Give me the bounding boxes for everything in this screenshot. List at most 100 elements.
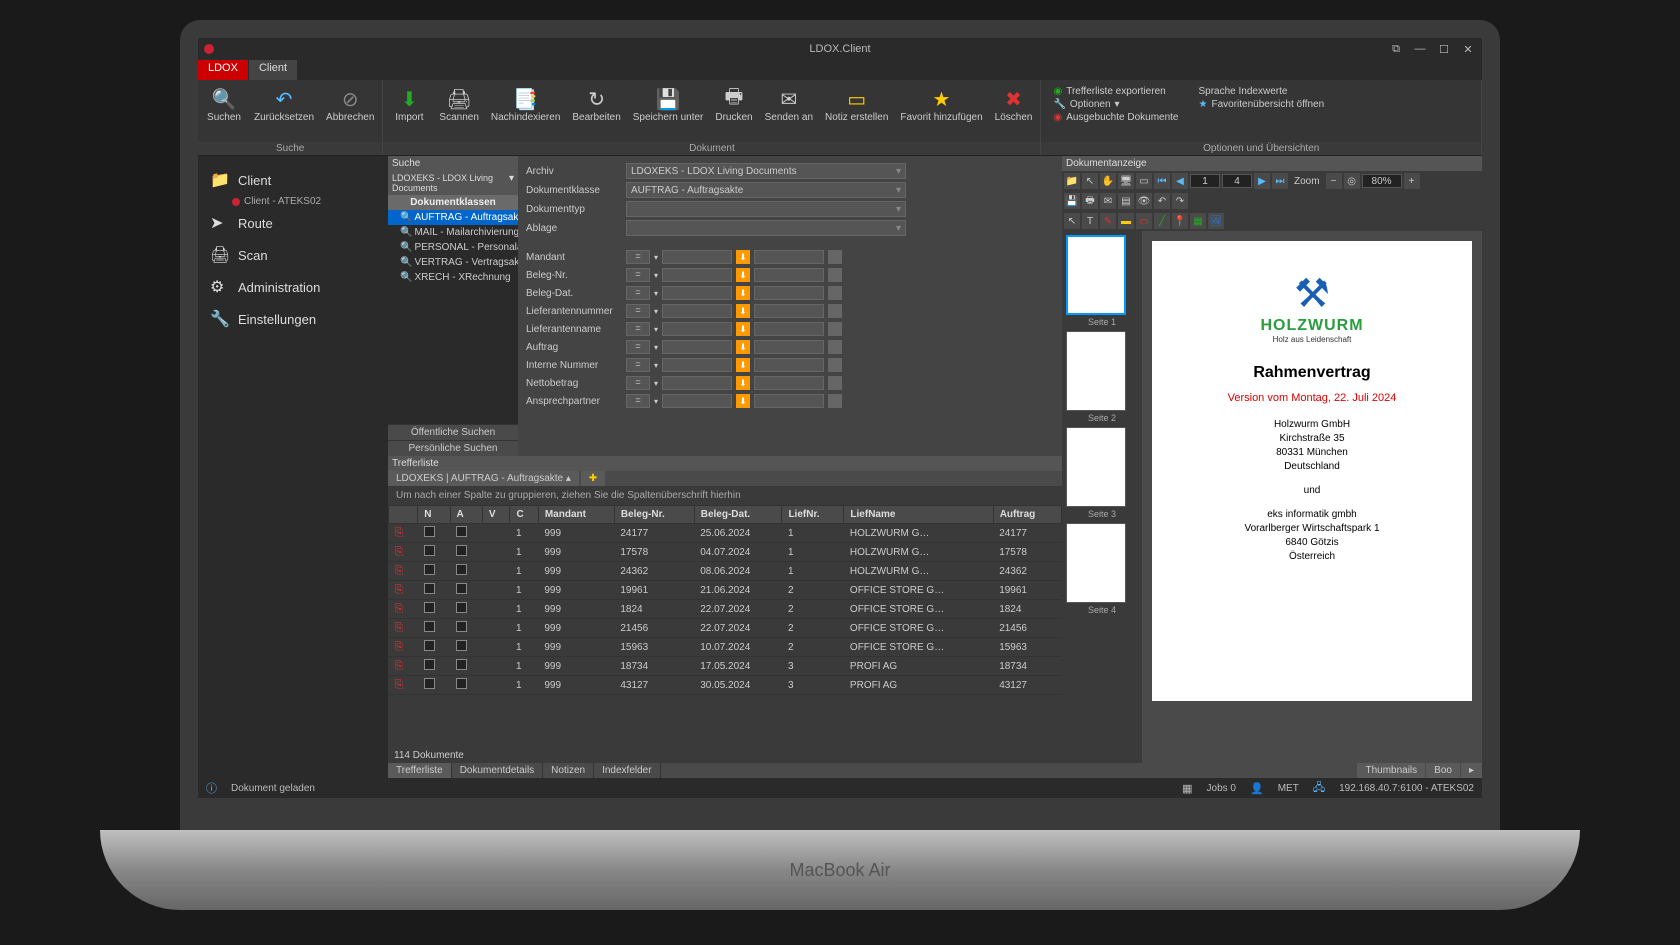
tree-item-personal[interactable]: 🔍PERSONAL - Personalakte <box>388 240 518 255</box>
filter-value2[interactable] <box>754 250 824 264</box>
checkbox[interactable] <box>456 602 467 613</box>
table-row[interactable]: ⎘19991596310.07.20242OFFICE STORE G…1596… <box>389 638 1062 657</box>
tool-pointer[interactable]: ↖ <box>1082 173 1098 189</box>
anno-pin[interactable]: 📍 <box>1172 213 1188 229</box>
table-row[interactable]: ⎘19994312730.05.20243PROFI AG43127 <box>389 676 1062 695</box>
tool-monitor[interactable]: 🖥 <box>1118 173 1134 189</box>
filter-apply-icon[interactable]: ⬇ <box>736 268 750 282</box>
filter-value[interactable] <box>662 394 732 408</box>
tool-rotate-r[interactable]: ↷ <box>1172 193 1188 209</box>
col-beleg[interactable]: Beleg-Nr. <box>614 506 694 524</box>
zoom-fit[interactable]: ◎ <box>1344 173 1360 189</box>
filter-op[interactable]: = <box>626 394 650 408</box>
checkbox[interactable] <box>424 602 435 613</box>
checkbox[interactable] <box>424 526 435 537</box>
filter-more-icon[interactable] <box>828 394 842 408</box>
tree-item-auftrag[interactable]: 🔍AUFTRAG - Auftragsakte <box>388 210 518 225</box>
tool-rect[interactable]: ▭ <box>1136 173 1152 189</box>
tree-item-vertrag[interactable]: 🔍VERTRAG - Vertragsakte <box>388 255 518 270</box>
filter-more-icon[interactable] <box>828 268 842 282</box>
table-row[interactable]: ⎘19992145622.07.20242OFFICE STORE G…2145… <box>389 619 1062 638</box>
tool-print2[interactable]: 🖶 <box>1082 193 1098 209</box>
btn-send[interactable]: ✉Senden an <box>759 82 819 140</box>
tool-folder[interactable]: 📁 <box>1064 173 1080 189</box>
close-icon[interactable]: ✕ <box>1460 42 1476 56</box>
btn-import[interactable]: ⬇Import <box>385 82 433 140</box>
restore-icon[interactable]: ⧉ <box>1388 42 1404 56</box>
anno-image[interactable]: 🖼 <box>1208 213 1224 229</box>
filter-op[interactable]: = <box>626 322 650 336</box>
filter-value2[interactable] <box>754 268 824 282</box>
checkbox[interactable] <box>456 621 467 632</box>
anno-stamp[interactable]: ▦ <box>1190 213 1206 229</box>
link-export[interactable]: ◉ Trefferliste exportieren <box>1053 86 1178 97</box>
filter-op[interactable]: = <box>626 268 650 282</box>
ptab-bookmarks[interactable]: Boo <box>1426 763 1460 778</box>
filter-value2[interactable] <box>754 376 824 390</box>
btab-notizen[interactable]: Notizen <box>543 763 594 778</box>
anno-highlight[interactable]: ▬ <box>1118 213 1134 229</box>
tool-view[interactable]: 👁 <box>1136 193 1152 209</box>
filter-value2[interactable] <box>754 394 824 408</box>
thumb-4[interactable] <box>1066 523 1126 603</box>
link-options[interactable]: 🔧 Optionen ▾ <box>1053 99 1178 110</box>
sidebar-settings[interactable]: 🔧Einstellungen <box>202 303 384 335</box>
combo-typ[interactable] <box>626 201 906 217</box>
filter-op[interactable]: = <box>626 376 650 390</box>
anno-pointer[interactable]: ↖ <box>1064 213 1080 229</box>
thumb-3[interactable] <box>1066 427 1126 507</box>
tree-root[interactable]: LDOXEKS - LDOX Living Documents▾ <box>388 171 518 195</box>
col-a[interactable]: A <box>450 506 482 524</box>
checkbox[interactable] <box>424 659 435 670</box>
btn-scan[interactable]: 🖨Scannen <box>433 82 484 140</box>
btab-details[interactable]: Dokumentdetails <box>452 763 543 778</box>
checkbox[interactable] <box>456 640 467 651</box>
btn-print[interactable]: 🖶Drucken <box>709 82 758 140</box>
filter-value[interactable] <box>662 322 732 336</box>
col-v[interactable]: V <box>482 506 510 524</box>
tool-hand[interactable]: ✋ <box>1100 173 1116 189</box>
filter-op[interactable]: = <box>626 340 650 354</box>
btn-edit[interactable]: ↻Bearbeiten <box>566 82 626 140</box>
col-liefnr[interactable]: LiefNr. <box>782 506 844 524</box>
tool-next[interactable]: ▶ <box>1254 173 1270 189</box>
checkbox[interactable] <box>456 678 467 689</box>
checkbox[interactable] <box>424 583 435 594</box>
filter-apply-icon[interactable]: ⬇ <box>736 376 750 390</box>
filter-apply-icon[interactable]: ⬇ <box>736 286 750 300</box>
col-n[interactable]: N <box>418 506 450 524</box>
tree-personal[interactable]: Persönliche Suchen <box>388 440 518 456</box>
maximize-icon[interactable]: ☐ <box>1436 42 1452 56</box>
anno-text[interactable]: T <box>1082 213 1098 229</box>
filter-apply-icon[interactable]: ⬇ <box>736 394 750 408</box>
btn-delete[interactable]: ✖Löschen <box>989 82 1039 140</box>
tab-client[interactable]: Client <box>249 60 297 80</box>
filter-apply-icon[interactable]: ⬇ <box>736 304 750 318</box>
tool-save[interactable]: 💾 <box>1064 193 1080 209</box>
filter-more-icon[interactable] <box>828 286 842 300</box>
btab-index[interactable]: Indexfelder <box>594 763 660 778</box>
col-mandant[interactable]: Mandant <box>538 506 614 524</box>
filter-value[interactable] <box>662 304 732 318</box>
btn-reset[interactable]: ↶Zurücksetzen <box>248 82 320 140</box>
tool-rotate-l[interactable]: ↶ <box>1154 193 1170 209</box>
btab-treffer[interactable]: Trefferliste <box>388 763 452 778</box>
filter-value2[interactable] <box>754 322 824 336</box>
link-checkedout[interactable]: ◉ Ausgebuchte Dokumente <box>1053 112 1178 123</box>
anno-rect[interactable]: ▭ <box>1136 213 1152 229</box>
sidebar-scan[interactable]: 🖨Scan <box>202 239 384 271</box>
tab-ldox[interactable]: LDOX <box>198 60 248 80</box>
btn-reindex[interactable]: 📑Nachindexieren <box>485 82 567 140</box>
results-tab-main[interactable]: LDOXEKS | AUFTRAG - Auftragsakte ▴ <box>388 471 579 486</box>
zoom-value[interactable] <box>1362 174 1402 188</box>
tool-mail[interactable]: ✉ <box>1100 193 1116 209</box>
filter-value[interactable] <box>662 286 732 300</box>
filter-more-icon[interactable] <box>828 358 842 372</box>
results-grid[interactable]: N A V C Mandant Beleg-Nr. Beleg-Dat. Lie… <box>388 505 1062 748</box>
filter-apply-icon[interactable]: ⬇ <box>736 250 750 264</box>
tree-item-xrech[interactable]: 🔍XRECH - XRechnung <box>388 270 518 285</box>
filter-more-icon[interactable] <box>828 322 842 336</box>
checkbox[interactable] <box>424 640 435 651</box>
results-tab-add[interactable]: ✚ <box>581 471 605 486</box>
filter-value2[interactable] <box>754 304 824 318</box>
